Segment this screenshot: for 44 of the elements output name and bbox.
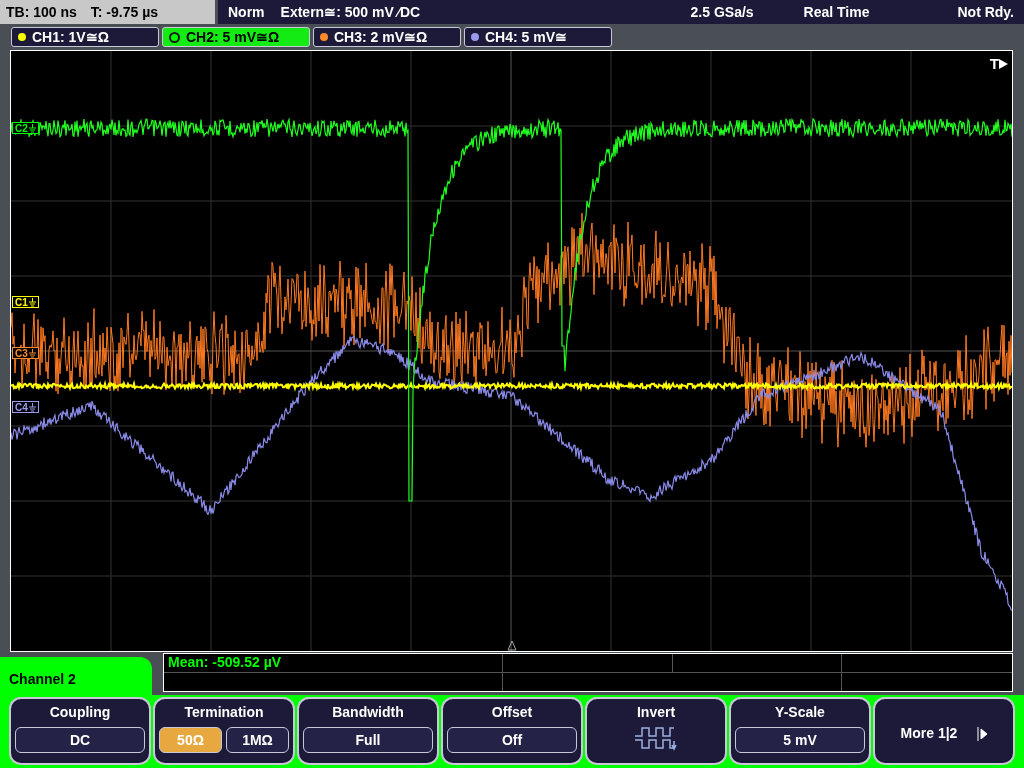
- channel-tab[interactable]: CH3: 2 mV≅Ω: [313, 27, 461, 47]
- softkey-title: Invert: [636, 703, 676, 721]
- channel-marker: C4: [12, 401, 39, 413]
- invert-waveform-icon: [634, 725, 678, 751]
- softkey[interactable]: More 1|2: [873, 697, 1015, 765]
- softkey-title: Coupling: [49, 703, 111, 721]
- softkey-title: Termination: [184, 703, 264, 721]
- ground-icon: [28, 402, 36, 412]
- softkey[interactable]: Coupling DC: [9, 697, 151, 765]
- channel-tab[interactable]: CH4: 5 mV≅: [464, 27, 612, 47]
- softkey[interactable]: Termination 50Ω 1MΩ: [153, 697, 295, 765]
- option-button[interactable]: 1MΩ: [226, 727, 289, 753]
- trigger-position-icon: [507, 640, 517, 651]
- ground-icon: [28, 123, 36, 133]
- value-button[interactable]: Off: [447, 727, 577, 753]
- right-triangle-icon: [999, 59, 1008, 70]
- timebase-readout: TB: 100 ns: [6, 2, 77, 22]
- softkey[interactable]: Invert: [585, 697, 727, 765]
- trigger-marker: T: [989, 54, 999, 74]
- softkey[interactable]: Offset Off: [441, 697, 583, 765]
- mean-measurement: Mean: -509.52 µV: [168, 653, 282, 673]
- value-button[interactable]: Full: [303, 727, 433, 753]
- value-button[interactable]: DC: [15, 727, 145, 753]
- channel-marker: C3: [12, 347, 39, 359]
- trigger-mode: Norm: [228, 2, 265, 22]
- softkey[interactable]: Bandwidth Full: [297, 697, 439, 765]
- acquisition-mode: Real Time: [803, 2, 870, 22]
- acquisition-state: Not Rdy.: [957, 2, 1014, 22]
- softkey-label: More 1|2: [900, 724, 958, 743]
- sample-rate: 2.5 GSa/s: [690, 2, 754, 22]
- channel-tab[interactable]: CH1: 1V≅Ω: [11, 27, 159, 47]
- right-triangle-icon: [977, 726, 988, 741]
- channel-marker: C2: [12, 122, 39, 134]
- softkey[interactable]: Y-Scale 5 mV: [729, 697, 871, 765]
- softkey-title: Y-Scale: [775, 703, 825, 721]
- ground-icon: [28, 348, 36, 358]
- trigger-source: Extern≅: 500 mV ⁄DC: [280, 2, 421, 22]
- value-button[interactable]: 5 mV: [735, 727, 865, 753]
- softkey-title: Bandwidth: [332, 703, 404, 721]
- channel-marker: C1: [12, 296, 39, 308]
- channel-tab[interactable]: CH2: 5 mV≅Ω: [162, 27, 310, 47]
- ground-icon: [28, 297, 36, 307]
- softkey-title: Offset: [491, 703, 533, 721]
- trigger-time-readout: T: -9.75 µs: [90, 2, 159, 22]
